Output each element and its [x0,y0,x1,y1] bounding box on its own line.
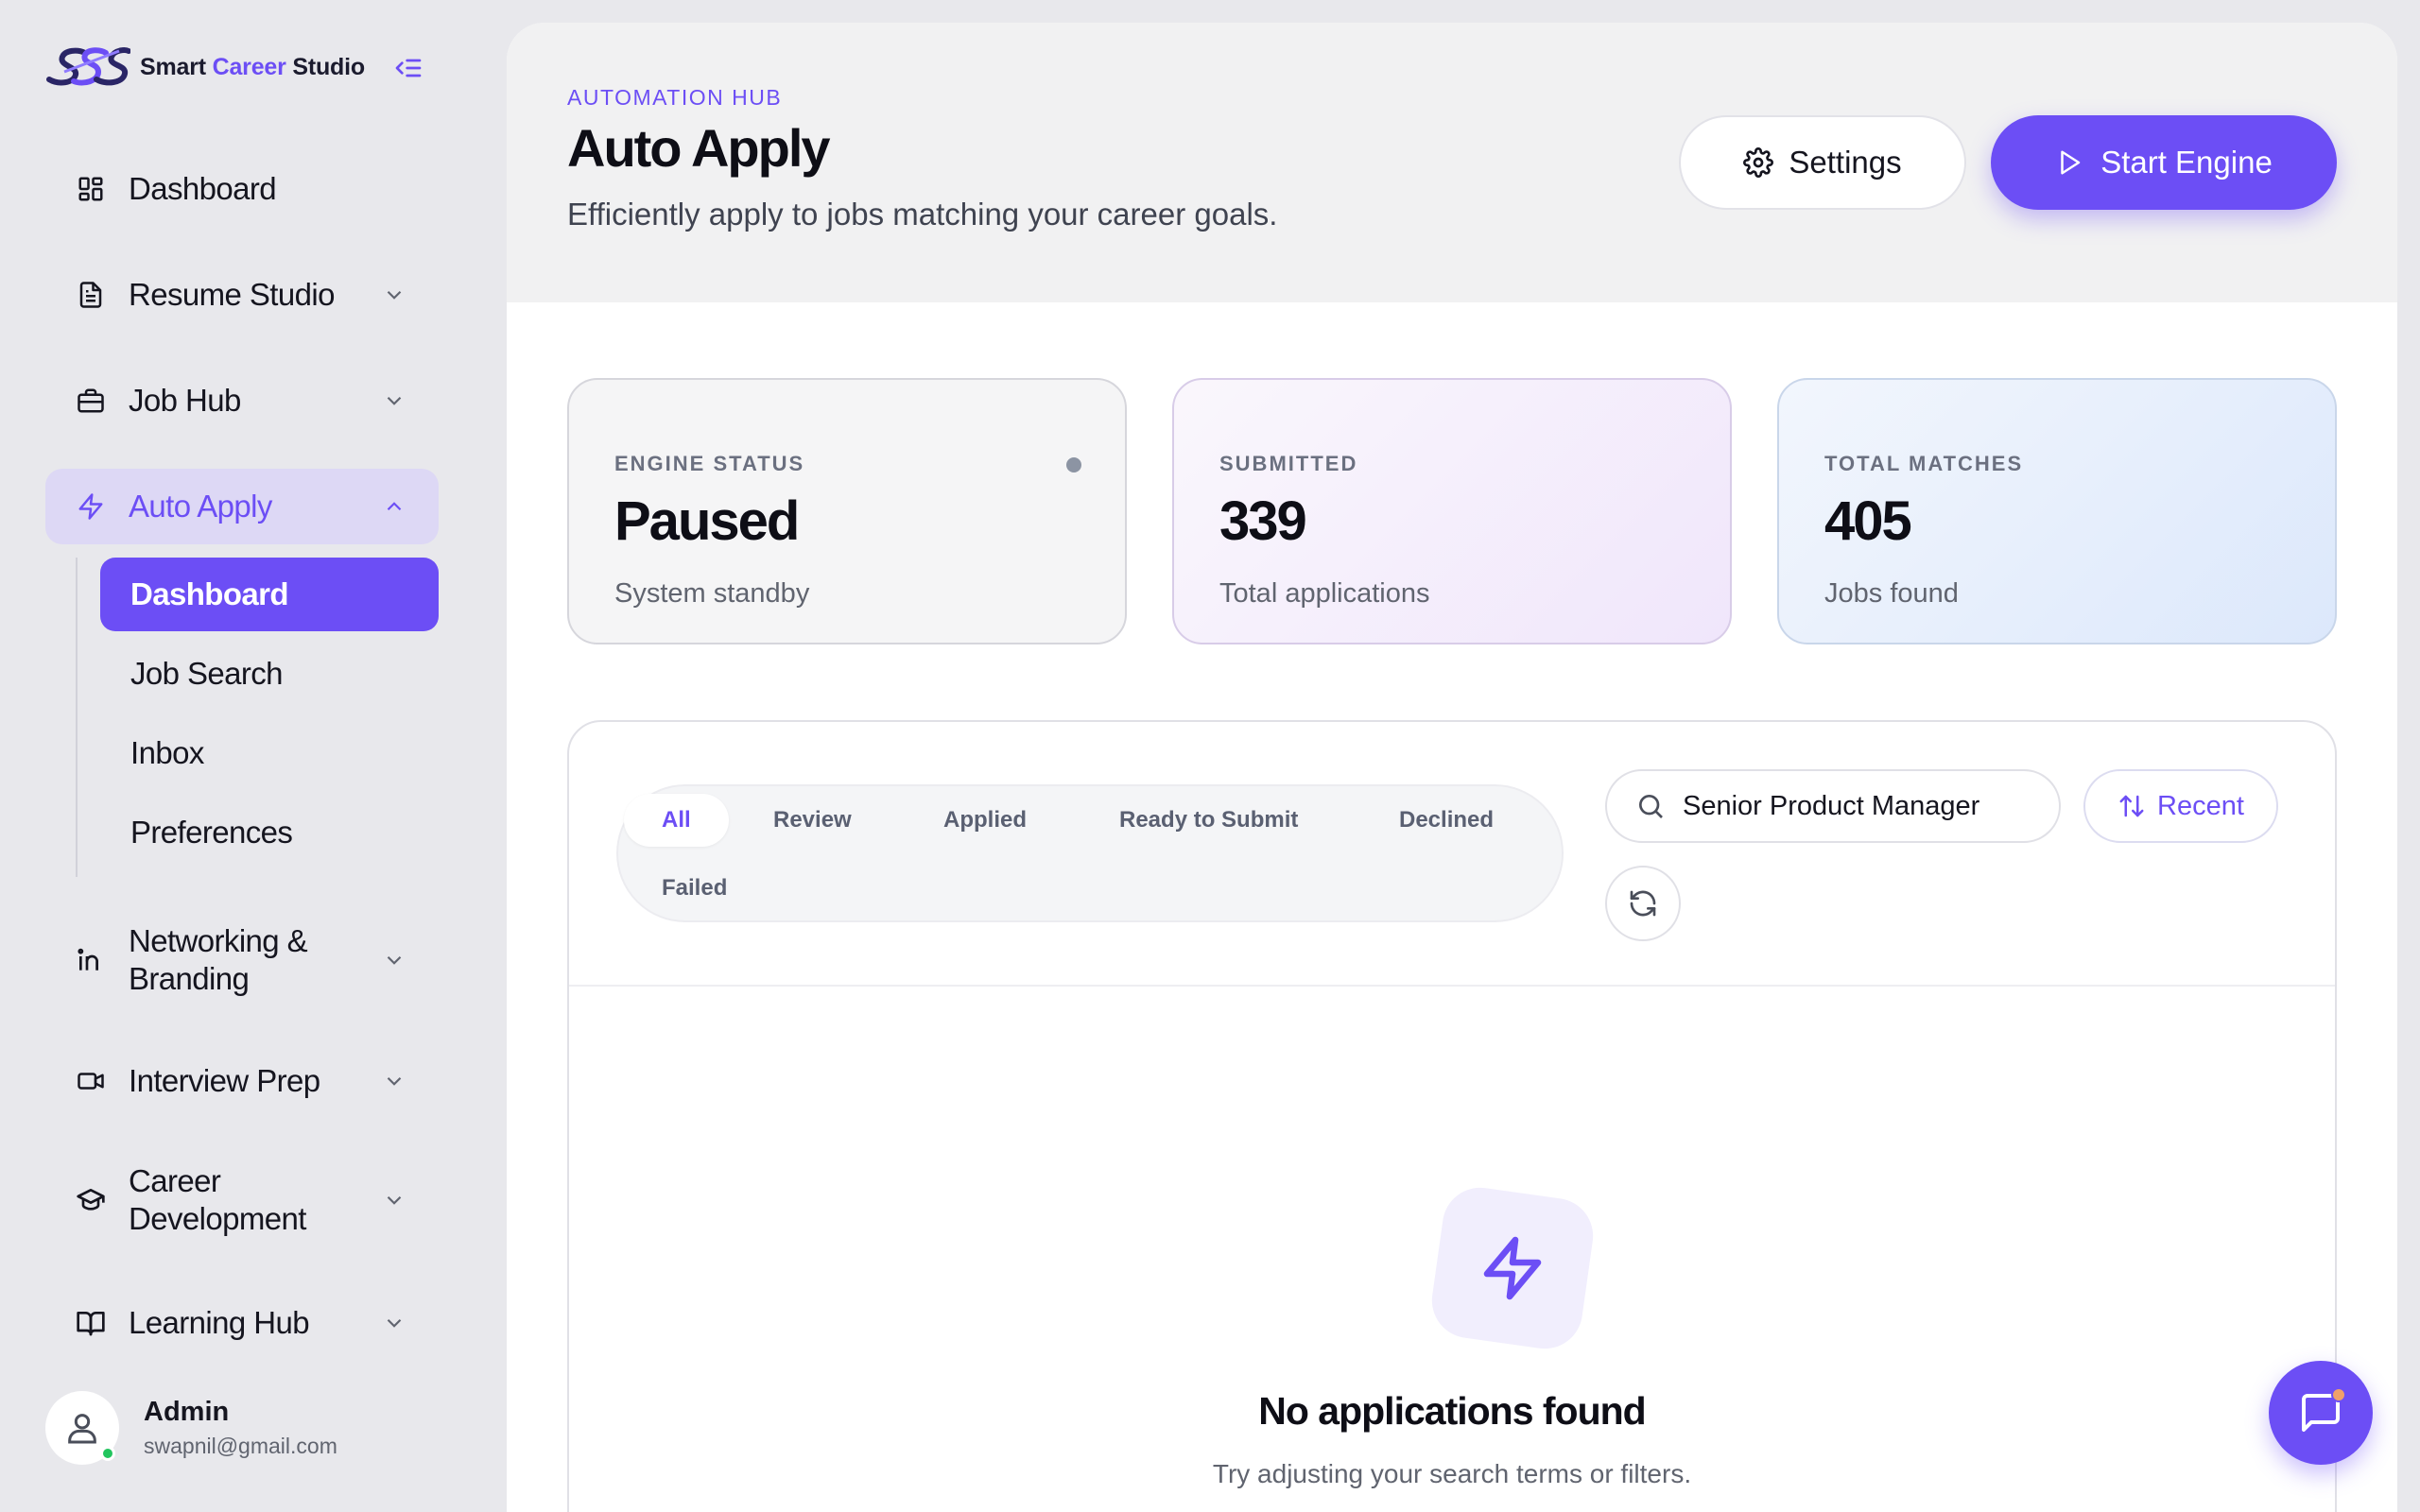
chevron-down-icon [387,290,402,300]
notification-badge [2331,1387,2346,1402]
sort-label: Recent [2157,790,2244,821]
tab-all[interactable]: All [624,794,729,847]
sidebar-item-networking[interactable]: Networking & Branding [45,913,439,1007]
user-icon [68,1414,96,1444]
logo-icon [46,47,130,86]
stat-label: SUBMITTED [1219,452,1358,475]
start-engine-label: Start Engine [2100,145,2273,180]
status-dot [1066,457,1081,472]
page-header: AUTOMATION HUB Auto Apply Efficiently ap… [507,23,2397,302]
tab-failed[interactable]: Failed [624,862,765,915]
chevron-down-icon [387,1195,402,1205]
user-name: Admin [144,1397,230,1427]
stat-label: ENGINE STATUS [614,452,805,475]
graduation-cap-icon [76,1185,106,1215]
zap-icon [76,491,106,522]
divider [569,985,2335,987]
stat-subtext: System standby [614,578,810,609]
grid-icon [76,174,106,204]
search-input[interactable] [1683,790,2004,822]
brand[interactable]: Smart Career Studio [45,43,365,91]
refresh-icon [1630,890,1656,917]
sidebar: Smart Career Studio Dashboard Resume Stu… [0,0,507,1512]
sidebar-item-label: Resume Studio [129,277,335,312]
settings-button[interactable]: Settings [1679,115,1966,210]
chevron-down-icon [387,955,402,965]
start-engine-button[interactable]: Start Engine [1991,115,2337,210]
linkedin-icon [76,945,106,975]
file-text-icon [76,280,106,310]
sidebar-item-resume-studio[interactable]: Resume Studio [45,257,439,333]
briefcase-icon [76,386,106,416]
chevron-down-icon [387,396,402,405]
refresh-button[interactable] [1605,866,1681,941]
submitted-card: SUBMITTED 339 Total applications [1172,378,1732,644]
page-eyebrow: AUTOMATION HUB [567,85,783,110]
stat-value: 339 [1219,490,1307,552]
sidebar-item-label: Learning Hub [129,1305,310,1340]
gear-icon [1743,147,1774,178]
sub-item-preferences[interactable]: Preferences [100,796,439,869]
collapse-icon [395,59,422,77]
empty-state-badge [1426,1182,1599,1354]
sub-item-inbox[interactable]: Inbox [100,716,439,790]
stat-subtext: Total applications [1219,578,1430,609]
empty-state-subtitle: Try adjusting your search terms or filte… [1212,1459,1692,1488]
video-icon [76,1066,106,1096]
search-box [1605,769,2061,843]
tab-applied[interactable]: Applied [906,794,1064,847]
brand-name: Smart Career Studio [140,53,365,80]
stat-label: TOTAL MATCHES [1824,452,2024,475]
online-status-dot [100,1446,115,1461]
main-panel: AUTOMATION HUB Auto Apply Efficiently ap… [507,23,2397,1512]
sidebar-item-label: Dashboard [129,171,277,206]
sidebar-item-label: Job Hub [129,383,241,418]
page-subtitle: Efficiently apply to jobs matching your … [567,197,1278,232]
empty-state-title: No applications found [1258,1389,1646,1433]
submenu-line [76,558,78,877]
stat-value: 405 [1824,490,1912,552]
total-matches-card: TOTAL MATCHES 405 Jobs found [1777,378,2337,644]
collapse-sidebar-button[interactable] [389,49,427,87]
search-icon [1639,795,1663,818]
chevron-down-icon [387,1318,402,1328]
chevron-down-icon [387,1076,402,1086]
sidebar-item-dashboard[interactable]: Dashboard [45,151,439,227]
chat-button[interactable] [2269,1361,2373,1465]
tab-declined[interactable]: Declined [1361,794,1531,847]
play-icon [2055,148,2083,177]
sidebar-item-learning-hub[interactable]: Learning Hub [45,1285,439,1361]
tab-ready-to-submit[interactable]: Ready to Submit [1081,794,1336,847]
sort-icon [2118,792,2146,820]
sidebar-item-label: Interview Prep [129,1063,320,1098]
sidebar-item-career-development[interactable]: Career Development [45,1153,439,1247]
sort-button[interactable]: Recent [2083,769,2278,843]
sidebar-item-interview-prep[interactable]: Interview Prep [45,1043,439,1119]
sidebar-item-job-hub[interactable]: Job Hub [45,363,439,438]
user-profile[interactable]: Admin swapnil@gmail.com [45,1391,337,1465]
tab-review[interactable]: Review [735,794,890,847]
avatar [45,1391,119,1465]
sidebar-item-auto-apply[interactable]: Auto Apply [45,469,439,544]
sidebar-item-label: Networking & Branding [129,923,308,996]
stat-subtext: Jobs found [1824,578,1959,609]
chevron-up-icon [387,502,402,511]
settings-label: Settings [1789,145,1902,180]
sub-item-dashboard[interactable]: Dashboard [100,558,439,631]
book-open-icon [76,1308,106,1338]
engine-status-card: ENGINE STATUS Paused System standby [567,378,1127,644]
stat-value: Paused [614,490,800,552]
page-title: Auto Apply [567,118,831,178]
applications-panel: All Review Applied Ready to Submit Decli… [567,720,2337,1512]
sidebar-item-label: Auto Apply [129,489,272,524]
zap-icon [1483,1236,1542,1300]
filter-tabs: All Review Applied Ready to Submit Decli… [616,784,1564,922]
user-email: swapnil@gmail.com [144,1434,337,1458]
sub-item-job-search[interactable]: Job Search [100,637,439,711]
sidebar-item-label: Career Development [129,1163,306,1236]
